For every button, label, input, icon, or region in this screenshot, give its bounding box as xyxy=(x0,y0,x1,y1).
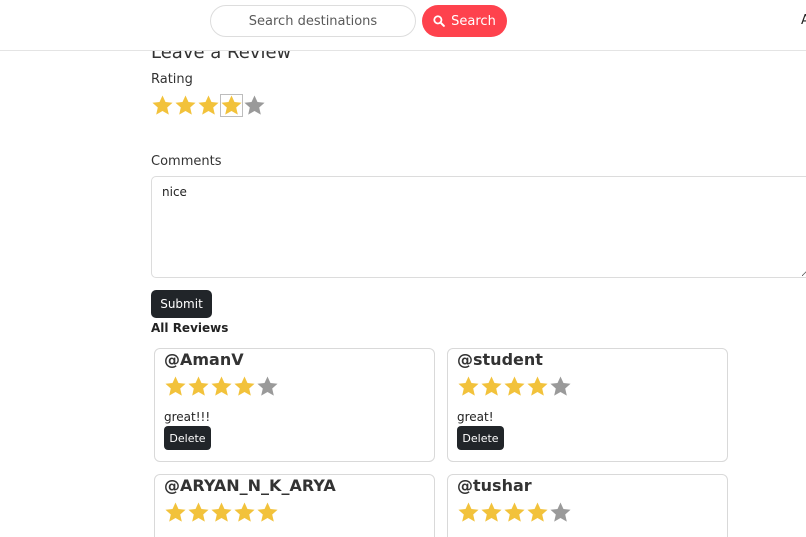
review-star-rating xyxy=(457,375,572,398)
star-icon[interactable] xyxy=(197,94,220,117)
search-icon xyxy=(433,15,446,27)
star-icon xyxy=(458,502,479,522)
search-button[interactable]: Search xyxy=(422,5,507,37)
star-icon xyxy=(527,376,548,396)
review-star-rating xyxy=(164,375,279,398)
review-comment: great! xyxy=(457,410,494,424)
star-icon xyxy=(165,502,186,522)
rating-input[interactable] xyxy=(151,94,266,117)
submit-button[interactable]: Submit xyxy=(151,290,212,318)
all-reviews-heading: All Reviews xyxy=(151,321,229,335)
star-icon[interactable] xyxy=(174,94,197,117)
review-author: @tushar xyxy=(457,476,532,495)
review-comment: great!!! xyxy=(164,410,211,424)
delete-review-button[interactable]: Delete xyxy=(164,426,211,450)
review-author: @ARYAN_N_K_ARYA xyxy=(164,476,336,495)
star-icon xyxy=(481,376,502,396)
star-icon xyxy=(211,502,232,522)
review-card: @tushar xyxy=(447,474,728,537)
star-icon xyxy=(550,376,571,396)
star-icon xyxy=(234,502,255,522)
navbar: Search A xyxy=(0,0,806,51)
comments-textarea[interactable] xyxy=(151,176,806,278)
star-icon xyxy=(504,376,525,396)
review-author: @AmanV xyxy=(164,350,244,369)
star-icon xyxy=(550,502,571,522)
review-star-rating xyxy=(164,501,279,524)
rating-label: Rating xyxy=(151,72,193,87)
review-card: @AmanV great!!! Delete xyxy=(154,348,435,462)
star-icon[interactable] xyxy=(151,94,174,117)
star-icon xyxy=(504,502,525,522)
star-icon xyxy=(527,502,548,522)
star-icon xyxy=(188,376,209,396)
star-icon xyxy=(188,502,209,522)
delete-review-button[interactable]: Delete xyxy=(457,426,504,450)
star-icon[interactable] xyxy=(243,94,266,117)
star-icon xyxy=(165,376,186,396)
review-card: @ARYAN_N_K_ARYA xyxy=(154,474,435,537)
star-icon xyxy=(234,376,255,396)
star-icon xyxy=(257,376,278,396)
star-icon xyxy=(458,376,479,396)
review-star-rating xyxy=(457,501,572,524)
search-button-label: Search xyxy=(451,13,496,29)
star-icon xyxy=(257,502,278,522)
review-card: @student great! Delete xyxy=(447,348,728,462)
review-page: Leave a Review Rating Comments Submit Al… xyxy=(0,0,806,537)
nav-link-truncated[interactable]: A xyxy=(801,13,806,28)
comments-label: Comments xyxy=(151,154,222,169)
star-icon xyxy=(211,376,232,396)
star-icon[interactable] xyxy=(220,94,243,117)
search-input[interactable] xyxy=(210,5,416,37)
star-icon xyxy=(481,502,502,522)
review-author: @student xyxy=(457,350,543,369)
